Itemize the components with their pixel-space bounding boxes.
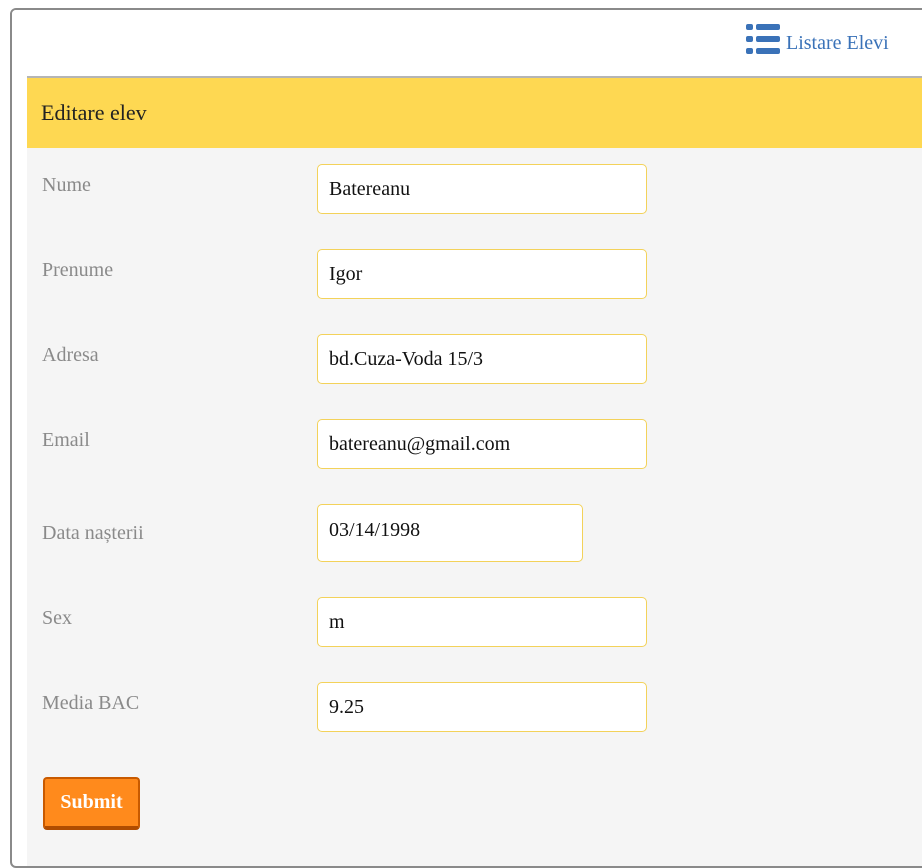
first-name-label: Prenume [42,259,114,281]
address-input[interactable] [317,334,647,384]
sex-label: Sex [42,607,72,629]
sex-input[interactable] [317,597,647,647]
bac-average-label: Media BAC [42,692,140,714]
first-name-input[interactable] [317,249,647,299]
list-students-link-label[interactable]: Listare Elevi [786,32,889,56]
page-frame: Listare Elevi Editare elev Nume Prenume … [10,8,922,868]
submit-button[interactable]: Submit [43,777,140,830]
email-input[interactable] [317,419,647,469]
list-students-link[interactable]: Listare Elevi [744,22,889,56]
last-name-input[interactable] [317,164,647,214]
birth-date-label: Data nașterii [42,522,144,544]
form-header: Editare elev [27,76,922,148]
bac-average-input[interactable] [317,682,647,732]
list-icon [744,22,782,56]
birth-date-input[interactable] [317,504,583,562]
page-title: Editare elev [41,100,147,125]
last-name-label: Nume [42,174,91,196]
email-label: Email [42,429,90,451]
address-label: Adresa [42,344,99,366]
top-bar: Listare Elevi [12,10,922,76]
edit-student-form: Nume Prenume Adresa Email Data nașterii … [27,148,922,866]
